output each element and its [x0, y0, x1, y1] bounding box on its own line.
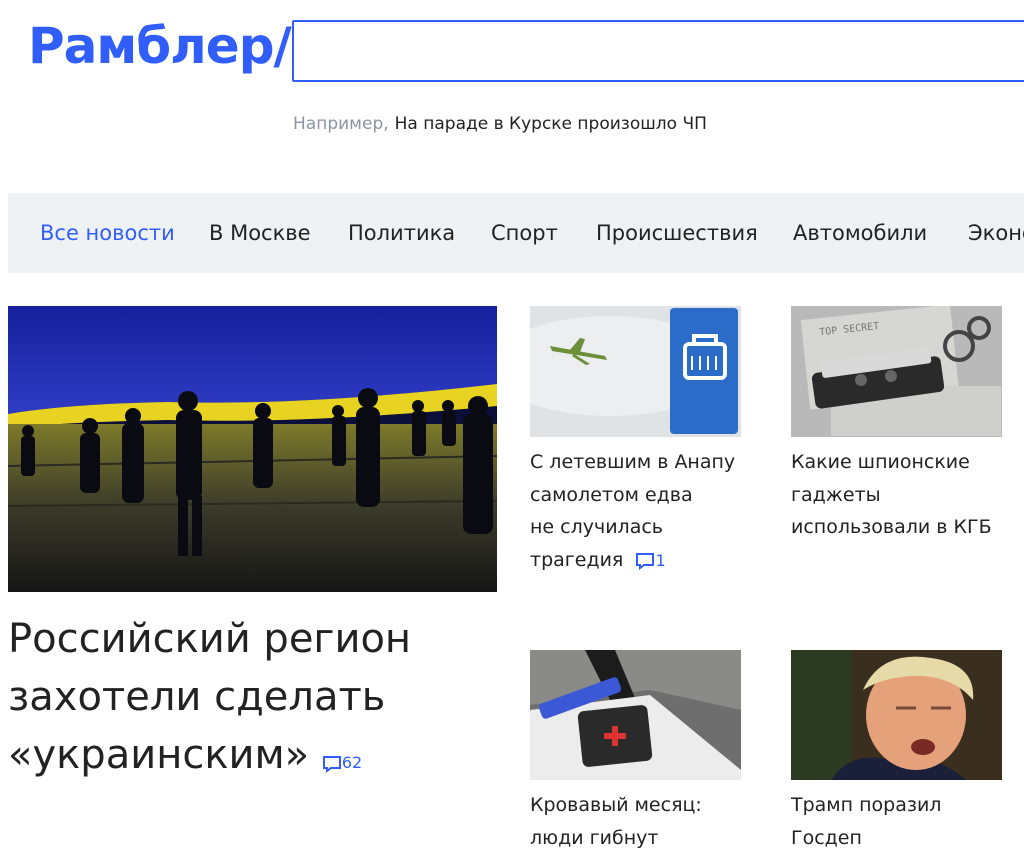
- main-title-line-1: Российский регион: [8, 616, 412, 662]
- comment-icon: [322, 755, 341, 773]
- nav-item-all-news[interactable]: Все новости: [40, 193, 175, 273]
- card-1-title[interactable]: С летевшим в Анапу самолетом едва не слу…: [530, 446, 760, 577]
- main-title-line-2: захотели сделать: [8, 674, 386, 720]
- card-4-line-1: Трамп поразил: [791, 794, 942, 816]
- card-2-line-3: использовали в КГБ: [791, 516, 992, 538]
- hint-prefix: Например,: [293, 114, 389, 134]
- card-1-image[interactable]: [530, 306, 741, 437]
- nav-item-incidents[interactable]: Происшествия: [596, 193, 758, 273]
- card-3-title[interactable]: Кровавый месяц: люди гибнут: [530, 789, 760, 854]
- card-4-title[interactable]: Трамп поразил Госдеп: [791, 789, 1021, 854]
- hint-suggestion-link[interactable]: На параде в Курске произошло ЧП: [395, 114, 707, 134]
- main-story-comments[interactable]: 62: [322, 753, 362, 773]
- card-3-line-2: люди гибнут: [530, 826, 659, 849]
- card-4-line-2: Госдеп: [791, 826, 862, 849]
- comment-icon: [636, 553, 655, 570]
- card-2-image[interactable]: TOP SECRET: [791, 306, 1002, 437]
- card-2-line-2: гаджеты: [791, 483, 881, 506]
- nav-item-auto[interactable]: Автомобили: [793, 193, 927, 273]
- search-box[interactable]: [292, 20, 1024, 82]
- card-1-line-3: не случилась: [530, 516, 663, 538]
- nav-item-politics[interactable]: Политика: [348, 193, 455, 273]
- nav-item-economy[interactable]: Эконо: [968, 193, 1024, 273]
- card-1-line-4: трагедия 1: [530, 548, 666, 571]
- nav-item-moscow[interactable]: В Москве: [209, 193, 311, 273]
- card-2-line-1: Какие шпионские: [791, 451, 970, 473]
- search-hint: Например, На параде в Курске произошло ЧП: [293, 112, 707, 136]
- search-input[interactable]: [294, 22, 1024, 80]
- card-1-line-2: самолетом едва: [530, 483, 693, 506]
- category-nav: Все новости В Москве Политика Спорт Прои…: [8, 193, 1024, 273]
- nav-item-sport[interactable]: Спорт: [491, 193, 558, 273]
- card-3-image[interactable]: [530, 650, 741, 780]
- card-2-title[interactable]: Какие шпионские гаджеты использовали в К…: [791, 446, 1021, 544]
- main-story-title[interactable]: Российский регион захотели сделать «укра…: [8, 610, 488, 792]
- main-story-image[interactable]: [8, 306, 497, 592]
- card-4-image[interactable]: [791, 650, 1002, 780]
- card-3-line-1: Кровавый месяц:: [530, 794, 702, 816]
- card-1-line-1: С летевшим в Анапу: [530, 451, 736, 473]
- rambler-logo[interactable]: Рамблер/: [28, 16, 292, 76]
- card-1-comments[interactable]: 1: [635, 551, 666, 570]
- main-title-line-3: «украинским» 62: [8, 732, 363, 778]
